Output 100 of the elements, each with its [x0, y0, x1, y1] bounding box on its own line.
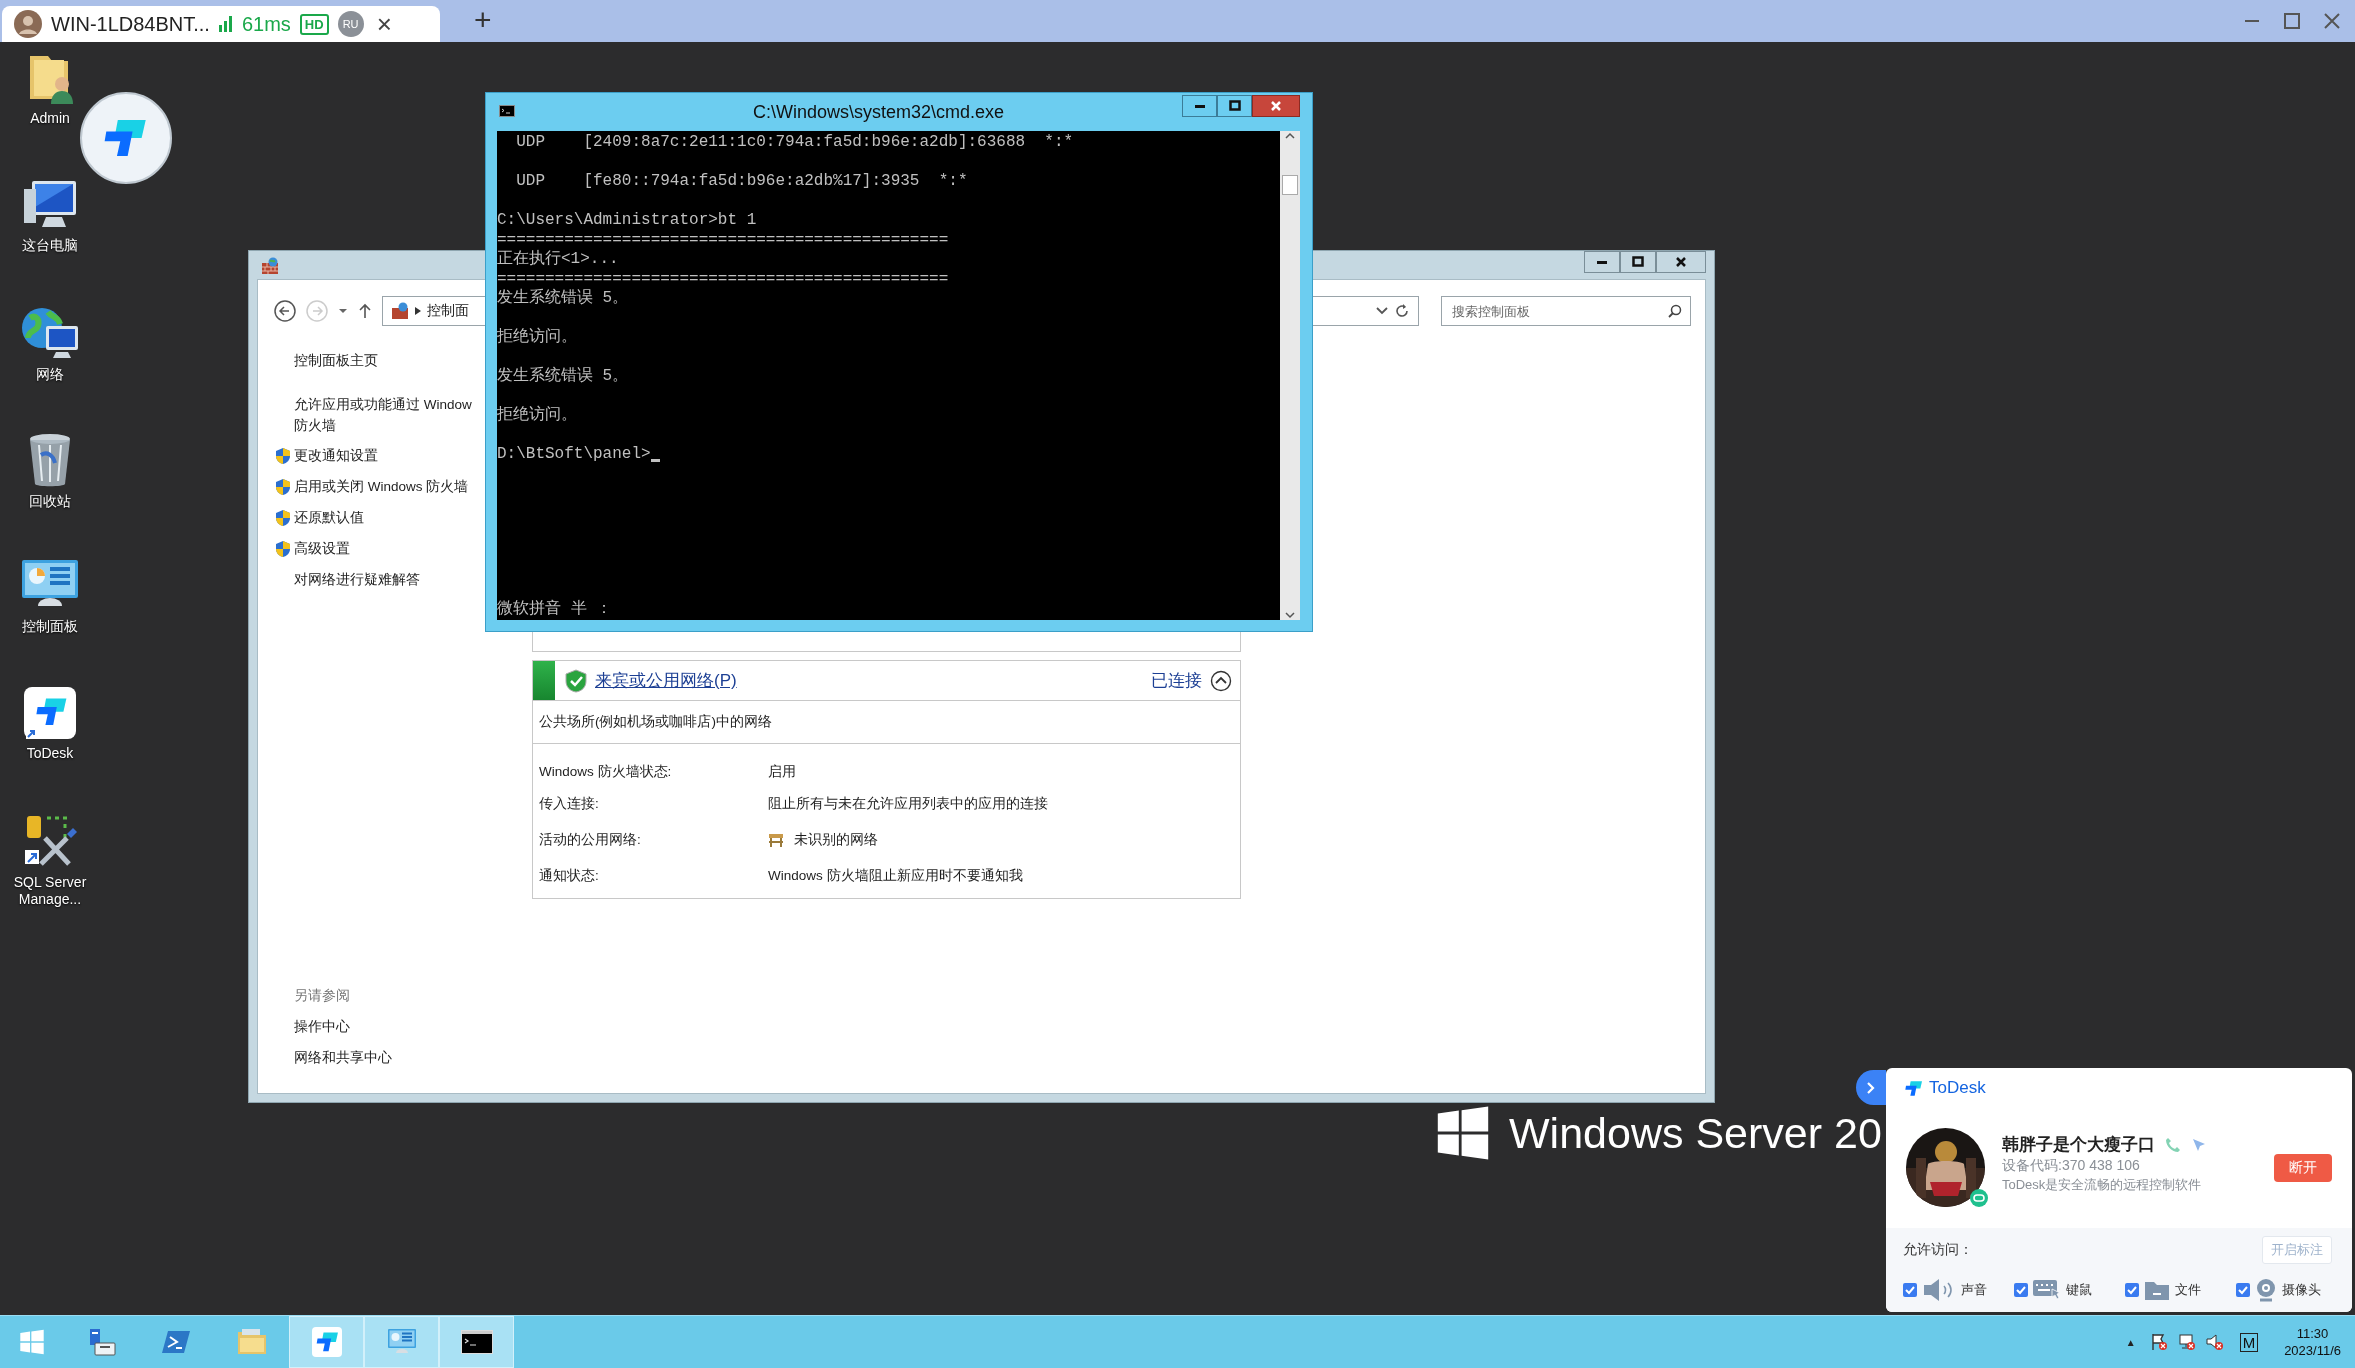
- device-code: 设备代码:370 438 106: [2002, 1157, 2141, 1175]
- collapse-icon[interactable]: [1210, 669, 1232, 692]
- shield-check-icon: [565, 668, 587, 693]
- session-title: WIN-1LD84BNT...: [51, 12, 210, 36]
- console-line: 发生系统错误 5。: [497, 367, 629, 387]
- close-button[interactable]: [1252, 95, 1300, 117]
- permission-label[interactable]: 文件: [2175, 1281, 2201, 1299]
- console-line: 正在执行<1>...: [497, 250, 619, 270]
- maximize-icon: [1228, 100, 1241, 112]
- sidebar-link[interactable]: 启用或关闭 Windows 防火墙: [275, 471, 469, 502]
- detail-value: 启用: [768, 763, 797, 781]
- maximize-icon[interactable]: [2283, 12, 2301, 30]
- permission-label[interactable]: 摄像头: [2282, 1281, 2321, 1299]
- close-button[interactable]: [1656, 251, 1706, 273]
- console-line: 发生系统错误 5。: [497, 289, 629, 309]
- refresh-icon[interactable]: [1394, 303, 1410, 319]
- detail-value: 未识别的网络: [794, 831, 878, 849]
- up-arrow-icon[interactable]: [358, 303, 372, 319]
- sidebar-link[interactable]: 操作中心: [294, 1011, 532, 1042]
- sidebar-link[interactable]: 控制面板主页: [275, 345, 378, 376]
- detail-label: Windows 防火墙状态:: [539, 763, 673, 781]
- windows-logo-icon: [1435, 1105, 1491, 1161]
- status-strip: [533, 661, 555, 700]
- dropdown-icon[interactable]: [1376, 306, 1388, 316]
- checkbox[interactable]: [2014, 1283, 2028, 1297]
- chevron-right-icon: [415, 307, 421, 315]
- desktop-icon-label[interactable]: Admin: [30, 110, 70, 127]
- action-center-icon[interactable]: [2149, 1333, 2168, 1351]
- taskbar-button[interactable]: [439, 1316, 514, 1368]
- dropdown-icon[interactable]: [338, 306, 348, 316]
- connection-status: 已连接: [1151, 670, 1202, 692]
- checkbox[interactable]: [2236, 1283, 2250, 1297]
- minimize-button[interactable]: [1182, 95, 1217, 117]
- desktop-icon-label[interactable]: 控制面板: [22, 618, 78, 635]
- desktop-icon-label[interactable]: ToDesk: [26, 745, 74, 762]
- shield-icon: [275, 477, 291, 496]
- permission-label[interactable]: 键鼠: [2066, 1281, 2092, 1299]
- detail-value: 阻止所有与未在允许应用列表中的应用的连接: [768, 795, 1049, 813]
- collapse-panel-button[interactable]: [1856, 1070, 1886, 1105]
- console-line: ===============================================: [497, 269, 949, 288]
- sidebar-link[interactable]: 还原默认值: [275, 502, 364, 533]
- todesk-icon: [22, 685, 78, 741]
- todesk-logo-icon: [1904, 1078, 1924, 1098]
- checkbox[interactable]: [1903, 1283, 1917, 1297]
- cmd-icon: [460, 1330, 493, 1354]
- detail-label: 通知状态:: [539, 867, 600, 885]
- console-line: UDP [2409:8a7c:2e11:1c0:794a:fa5d:b96e:a2db]:63688 *:*: [515, 133, 1074, 153]
- show-hidden-icons-button[interactable]: ▲: [2125, 1336, 2136, 1348]
- scroll-up-icon: [1284, 131, 1296, 141]
- ime-status: 微软拼音 半 ：: [497, 599, 614, 620]
- console-line: D:\BtSoft\panel>: [497, 445, 651, 465]
- console-line: C:\Users\Administrator>bt 1: [497, 211, 757, 231]
- detail-label: 传入连接:: [539, 795, 600, 813]
- desktop-icon-label[interactable]: 回收站: [29, 493, 71, 510]
- folder-icon: [2144, 1279, 2170, 1301]
- desktop-icon-label[interactable]: 这台电脑: [22, 237, 78, 254]
- scroll-thumb[interactable]: [1282, 175, 1298, 195]
- shield-icon: [275, 539, 291, 558]
- keyboard-mouse-icon: [2033, 1279, 2061, 1301]
- search-field[interactable]: 搜索控制面板: [1441, 296, 1691, 326]
- windows-logo-icon: [19, 1329, 45, 1355]
- cmd-icon: [499, 105, 515, 117]
- sidebar-link[interactable]: 高级设置: [275, 533, 350, 564]
- user-badge: RU: [337, 11, 364, 37]
- shield-icon: [275, 508, 291, 527]
- maximize-button[interactable]: [1217, 95, 1252, 117]
- clock-date: 2023/11/6: [2284, 1342, 2341, 1359]
- avatar: [14, 10, 42, 38]
- permission-label[interactable]: 声音: [1961, 1281, 1987, 1299]
- breadcrumb[interactable]: 控制面: [427, 302, 469, 320]
- network-status-icon[interactable]: [2177, 1333, 2196, 1351]
- input-method-indicator[interactable]: M: [2239, 1332, 2259, 1352]
- maximize-icon: [1632, 256, 1644, 268]
- minimize-button[interactable]: [1584, 251, 1620, 273]
- permissions-label: 允许访问：: [1903, 1241, 1973, 1259]
- network-bench-icon: [768, 832, 784, 848]
- clock[interactable]: 11:30 2023/11/6: [2284, 1325, 2341, 1359]
- sidebar-link[interactable]: 更改通知设置: [275, 440, 378, 471]
- scrollbar[interactable]: [1280, 131, 1300, 620]
- desktop-icon-label[interactable]: 网络: [36, 366, 64, 383]
- wallpaper-wordmark: Windows Server 20: [1509, 1108, 1882, 1158]
- checkbox[interactable]: [2125, 1283, 2139, 1297]
- close-icon: [1270, 100, 1282, 112]
- console-line: UDP [fe80::794a:fa5d:b96e:a2db%17]:3935 *:*: [515, 172, 968, 192]
- sidebar-link[interactable]: 对网络进行疑难解答: [275, 564, 420, 595]
- firewall-icon: [391, 302, 409, 320]
- network-panel-header[interactable]: 来宾或公用网络(P) 已连接: [533, 661, 1240, 701]
- new-tab-button[interactable]: +: [468, 4, 498, 36]
- desktop-icon-label[interactable]: SQL Server Manage...: [4, 874, 96, 908]
- sidebar-link[interactable]: 允许应用或功能通过 Window 防火墙: [275, 394, 472, 436]
- back-icon[interactable]: [274, 300, 296, 322]
- volume-icon[interactable]: [2205, 1333, 2224, 1351]
- sidebar-link[interactable]: 网络和共享中心: [294, 1042, 532, 1073]
- link-badge-icon: [1970, 1189, 1988, 1207]
- webcam-icon: [2255, 1278, 2277, 1302]
- session-tab[interactable]: WIN-1LD84BNT... 61ms HD RU ×: [2, 6, 440, 42]
- close-tab-button[interactable]: ×: [372, 11, 396, 37]
- close-icon[interactable]: [2323, 12, 2341, 30]
- network-title-link[interactable]: 来宾或公用网络(P): [595, 669, 737, 692]
- maximize-button[interactable]: [1620, 251, 1656, 273]
